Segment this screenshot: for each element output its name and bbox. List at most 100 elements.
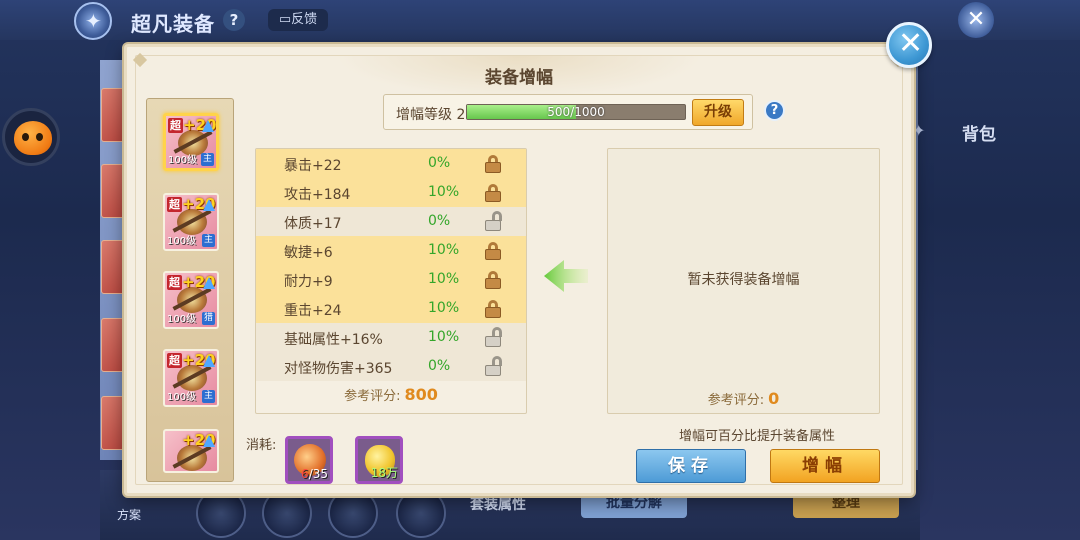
attribute-percent: 10% (428, 271, 460, 287)
result-score-value: 0 (768, 389, 780, 408)
set-attributes-button[interactable]: 套装属性 (470, 494, 526, 514)
unlock-icon[interactable] (484, 327, 502, 347)
upgrade-button[interactable]: 升级 (692, 99, 744, 126)
background-slot (101, 88, 125, 142)
lock-icon[interactable] (484, 242, 502, 260)
attribute-row: 体质+17 0% (256, 207, 526, 236)
arrow-left-icon (544, 260, 588, 292)
feedback-button[interactable]: ▭反馈 (268, 9, 328, 31)
super-badge: 超 (167, 353, 182, 368)
attribute-percent: 0% (428, 358, 451, 374)
attribute-name: 基础属性+16% (284, 332, 383, 348)
result-reference-score: 参考评分: 0 (608, 389, 879, 408)
super-badge: 超 (168, 118, 183, 133)
amplify-level-label: 增幅等级 2 (396, 107, 466, 123)
result-score-label: 参考评分: (707, 393, 765, 408)
gold-amount: 18万 (370, 466, 398, 480)
save-button[interactable]: 保存 (636, 449, 746, 483)
attribute-name: 攻击+184 (284, 187, 351, 203)
lock-body (485, 336, 501, 347)
result-panel: 暂未获得装备增幅 参考评分: 0 (607, 148, 880, 414)
dialog-title: 装备增幅 (485, 68, 553, 88)
item-tag: 主 (202, 390, 215, 403)
lock-body (485, 307, 501, 318)
lock-body (485, 162, 501, 173)
unlock-icon[interactable] (484, 356, 502, 376)
cost-label: 消耗: (246, 438, 277, 453)
item-level: 100级 (167, 236, 197, 247)
page-title: 超凡装备 (131, 12, 215, 36)
amplify-button[interactable]: 增幅 (770, 449, 880, 483)
attribute-name: 体质+17 (284, 216, 342, 232)
lock-body (485, 191, 501, 202)
material-have: 6 (301, 467, 309, 481)
amplify-progress-bar: 500/1000 (466, 104, 686, 120)
close-page-icon[interactable]: ✕ (958, 2, 994, 38)
attribute-row: 对怪物伤害+365 0% (256, 352, 526, 381)
attribute-percent: 0% (428, 155, 451, 171)
cost-gold-slot[interactable]: 18万 (355, 436, 403, 484)
attribute-name: 暴击+22 (284, 158, 342, 174)
lock-icon[interactable] (484, 300, 502, 318)
background-slot (101, 396, 125, 450)
item-level: 100级 (167, 314, 197, 325)
amplify-hint: 增幅可百分比提升装备属性 (678, 429, 835, 444)
score-value: 800 (404, 385, 438, 404)
upgrade-arrow-icon (203, 435, 215, 447)
item-tag: 主 (201, 153, 214, 166)
lock-body (485, 249, 501, 260)
close-button[interactable]: ✕ (886, 22, 932, 68)
background-slot (101, 164, 125, 218)
lock-icon[interactable] (484, 184, 502, 202)
result-empty-text: 暂未获得装备增幅 (687, 272, 800, 288)
bag-tab[interactable]: 背包 (962, 120, 996, 145)
attribute-row: 重击+24 10% (256, 294, 526, 323)
attribute-percent: 0% (428, 213, 451, 229)
lock-body (485, 220, 501, 231)
item-level: 100级 (167, 392, 197, 403)
attribute-row: 基础属性+16% 10% (256, 323, 526, 352)
lock-icon[interactable] (484, 271, 502, 289)
cost-material-slot[interactable]: 6/35 (285, 436, 333, 484)
attribute-percent: 10% (428, 184, 460, 200)
feedback-label: 反馈 (291, 12, 318, 27)
upgrade-arrow-icon (203, 199, 215, 211)
background-slot (101, 240, 125, 294)
attribute-row: 敏捷+6 10% (256, 236, 526, 265)
equipment-item[interactable]: 超 +20 100级 主 (163, 193, 219, 251)
upgrade-arrow-icon (203, 355, 215, 367)
attribute-name: 对怪物伤害+365 (284, 361, 393, 377)
lock-icon[interactable] (484, 155, 502, 173)
lock-body (485, 365, 501, 376)
super-badge: 超 (167, 275, 182, 290)
upgrade-arrow-icon (202, 120, 214, 132)
progress-text: 500/1000 (547, 105, 605, 119)
pet-avatar-icon (14, 121, 52, 155)
attribute-percent: 10% (428, 242, 460, 258)
attribute-row: 暴击+22 0% (256, 149, 526, 178)
attribute-table: 暴击+22 0% 攻击+184 10% 体质+17 0% 敏捷+6 10% 耐力+9 10% 重击+… (255, 148, 527, 414)
amplify-level-box: 增幅等级 2 500/1000 升级 (383, 94, 753, 130)
close-icon: ✕ (898, 26, 924, 61)
help-icon[interactable]: ? (223, 9, 245, 31)
bag-icon: ✦ (912, 121, 926, 140)
equipment-item[interactable]: 超 +20 100级 主 (163, 113, 219, 171)
attribute-percent: 10% (428, 329, 460, 345)
lock-body (485, 278, 501, 289)
help-icon[interactable]: ? (764, 100, 785, 121)
material-count: 6/35 (301, 467, 328, 481)
super-badge: 超 (167, 197, 182, 212)
material-need: /35 (308, 467, 328, 481)
avatar[interactable] (2, 108, 60, 166)
attribute-percent: 10% (428, 300, 460, 316)
equipment-item[interactable]: 超 +20 100级 猎 (163, 271, 219, 329)
reference-score: 参考评分: 800 (256, 385, 526, 404)
equipment-item[interactable]: 超 +20 100级 主 (163, 349, 219, 407)
item-tag: 猎 (202, 312, 215, 325)
item-tag: 主 (202, 234, 215, 247)
unlock-icon[interactable] (484, 211, 502, 231)
equipment-item[interactable]: +20 (163, 429, 219, 473)
upgrade-arrow-icon (203, 277, 215, 289)
attribute-name: 重击+24 (284, 303, 342, 319)
equipment-emblem-icon (74, 2, 112, 40)
